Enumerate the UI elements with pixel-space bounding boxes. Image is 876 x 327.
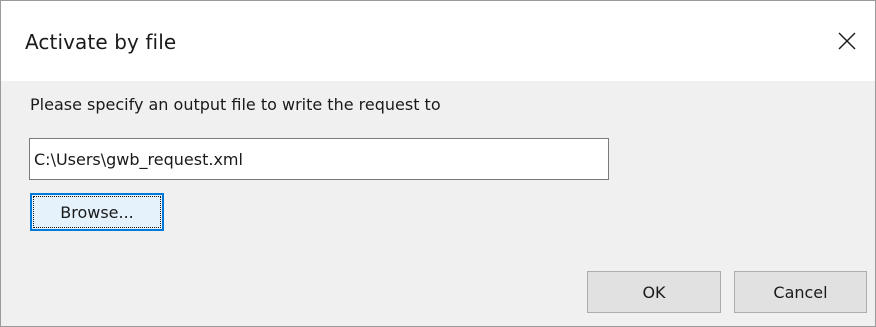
close-button[interactable] xyxy=(829,23,865,59)
ok-button[interactable]: OK xyxy=(587,271,721,313)
browse-button[interactable]: Browse... xyxy=(30,193,164,231)
focus-rectangle xyxy=(33,196,161,228)
output-file-path-input[interactable] xyxy=(29,138,609,180)
cancel-button[interactable]: Cancel xyxy=(734,271,867,313)
ok-button-label: OK xyxy=(642,282,666,302)
activate-by-file-dialog: Activate by file Please specify an outpu… xyxy=(0,0,876,327)
cancel-button-label: Cancel xyxy=(773,282,828,302)
dialog-title-bar: Activate by file xyxy=(1,1,875,81)
close-icon xyxy=(838,32,856,50)
output-file-prompt: Please specify an output file to write t… xyxy=(30,95,441,114)
dialog-title: Activate by file xyxy=(25,30,177,54)
